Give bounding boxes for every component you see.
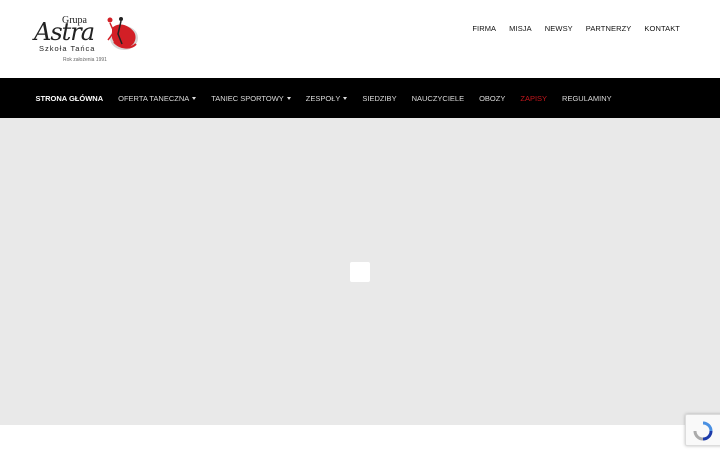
main-nav-label: OBOZY	[479, 93, 506, 103]
logo-school-text: Szkoła Tańca	[39, 44, 96, 53]
top-nav-firma[interactable]: FIRMA	[472, 22, 496, 35]
main-nav: STRONA GŁÓWNA OFERTA TANECZNA TANIEC SPO…	[0, 78, 720, 118]
loading-spinner-icon	[350, 262, 370, 282]
site-header: Grupa Astra Szkoła Tańca Rok założenia 1…	[0, 0, 720, 78]
main-nav-taniec-sportowy[interactable]: TANIEC SPORTOWY	[204, 94, 299, 103]
caret-down-icon	[343, 96, 348, 100]
top-nav: FIRMA MISJA NEWSY PARTNERZY KONTAKT	[459, 22, 680, 35]
main-nav-label: SIEDZIBY	[362, 93, 397, 103]
top-nav-newsy[interactable]: NEWSY	[545, 22, 573, 35]
main-nav-nauczyciele[interactable]: NAUCZYCIELE	[404, 94, 472, 103]
main-nav-label: TANIEC SPORTOWY	[211, 93, 284, 103]
main-nav-strona-glowna[interactable]: STRONA GŁÓWNA	[28, 94, 111, 103]
main-nav-zespoly[interactable]: ZESPOŁY	[298, 94, 355, 103]
recaptcha-badge[interactable]	[685, 414, 720, 446]
main-nav-label: ZESPOŁY	[305, 93, 341, 103]
caret-down-icon	[192, 96, 197, 100]
main-nav-siedziby[interactable]: SIEDZIBY	[355, 94, 404, 103]
main-nav-zapisy[interactable]: ZAPISY	[513, 94, 555, 103]
main-nav-label: NAUCZYCIELE	[411, 93, 465, 103]
main-nav-list: STRONA GŁÓWNA OFERTA TANECZNA TANIEC SPO…	[0, 78, 720, 118]
main-nav-label: ZAPISY	[520, 93, 548, 103]
main-nav-oferta-taneczna[interactable]: OFERTA TANECZNA	[111, 94, 204, 103]
main-nav-regulaminy[interactable]: REGULAMINY	[555, 94, 620, 103]
hero-slider	[0, 118, 720, 425]
main-nav-label: STRONA GŁÓWNA	[35, 93, 104, 103]
recaptcha-icon	[693, 421, 713, 441]
top-nav-misja[interactable]: MISJA	[509, 22, 532, 35]
site-logo[interactable]: Grupa Astra Szkoła Tańca Rok założenia 1…	[32, 14, 142, 66]
main-nav-obozy[interactable]: OBOZY	[472, 94, 513, 103]
top-nav-partnerzy[interactable]: PARTNERZY	[586, 22, 632, 35]
dancers-logo-icon	[107, 17, 138, 50]
logo-since-text: Rok założenia 1991	[63, 57, 107, 63]
main-nav-label: OFERTA TANECZNA	[118, 93, 190, 103]
caret-down-icon	[286, 96, 291, 100]
main-nav-label: REGULAMINY	[562, 93, 612, 103]
top-nav-kontakt[interactable]: KONTAKT	[644, 22, 680, 35]
logo-astra-text: Astra	[34, 18, 95, 46]
